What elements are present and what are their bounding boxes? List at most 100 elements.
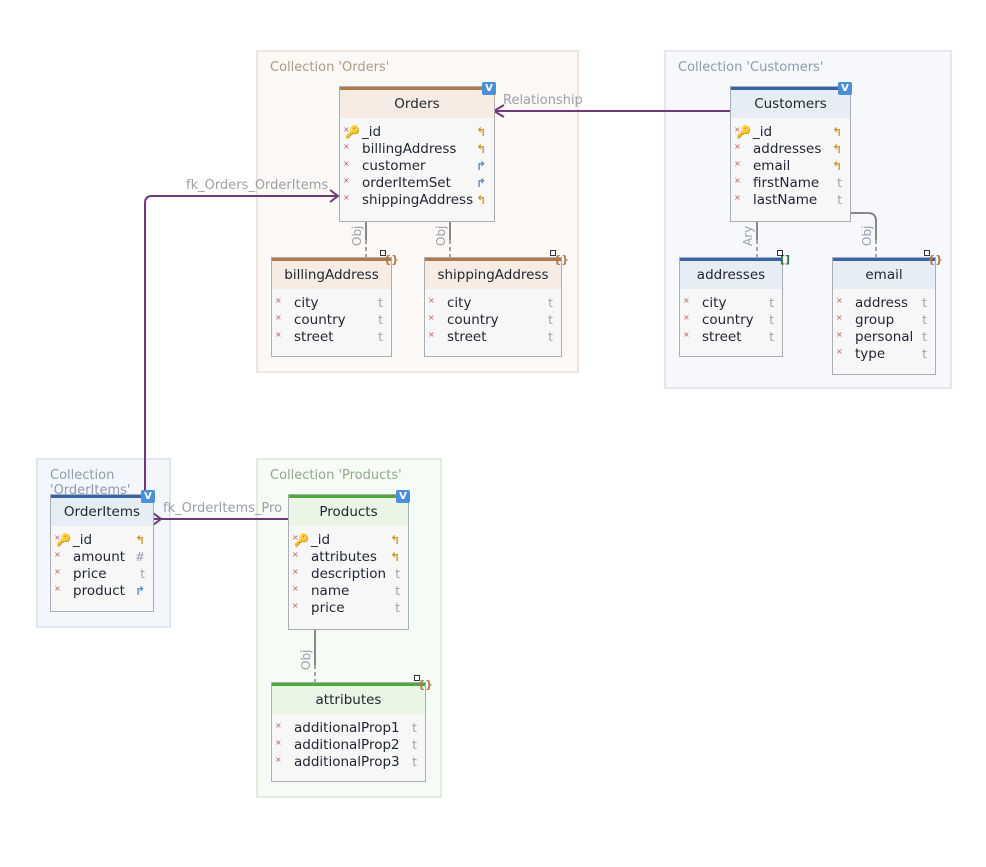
required-marker-icon: × (343, 193, 350, 202)
field-name: attributes (311, 549, 377, 565)
entity-email[interactable]: email {} × address t × group t × personal t × type t (832, 250, 943, 375)
field-row[interactable]: × city t (425, 295, 561, 312)
field-row[interactable]: × type t (833, 346, 935, 363)
field-name: orderItemSet (362, 175, 451, 191)
field-row[interactable]: × country t (680, 312, 782, 329)
field-name: city (294, 295, 319, 311)
field-name: street (702, 329, 742, 345)
field-row[interactable]: × product ↱ (51, 583, 153, 600)
required-marker-icon: × (275, 313, 282, 322)
field-type: t (922, 330, 927, 344)
required-marker-icon: × (836, 313, 843, 322)
field-type: t (412, 755, 417, 769)
field-row[interactable]: × customer ↱ (340, 158, 494, 175)
entity-header[interactable]: shippingAddress (425, 258, 561, 289)
field-row[interactable]: × 🔑 _id ↰ (289, 532, 408, 549)
field-name: address (855, 295, 909, 311)
view-badge-icon[interactable]: V (482, 82, 496, 95)
entity-attributes[interactable]: attributes {} × additionalProp1 t × additional… (271, 675, 433, 782)
required-marker-icon: × (836, 296, 843, 305)
field-name: product (73, 583, 125, 599)
resize-handle-icon[interactable] (380, 250, 387, 256)
field-row[interactable]: × group t (833, 312, 935, 329)
entity-header[interactable]: Products (289, 495, 408, 526)
field-row[interactable]: × street t (425, 329, 561, 346)
field-row[interactable]: × attributes ↰ (289, 549, 408, 566)
reference-icon: ↱ (475, 159, 486, 173)
field-name: group (855, 312, 895, 328)
field-row[interactable]: × country t (425, 312, 561, 329)
field-row[interactable]: × street t (272, 329, 391, 346)
field-name: additionalProp1 (294, 720, 400, 736)
field-type: t (395, 584, 400, 598)
field-name: customer (362, 158, 426, 174)
field-row[interactable]: × additionalProp1 t (272, 720, 425, 737)
view-badge-icon[interactable]: V (838, 82, 852, 95)
fk-orderitems-products-label[interactable]: fk_OrderItems_Pro (163, 501, 282, 516)
field-row[interactable]: × orderItemSet ↱ (340, 175, 494, 192)
fk-orders-orderitems-label[interactable]: fk_Orders_OrderItems (186, 178, 328, 193)
referenced-icon: ↰ (389, 533, 400, 547)
entity-addresses[interactable]: addresses [] × city t × country t × street t (679, 250, 790, 357)
required-marker-icon: × (343, 176, 350, 185)
field-name: type (855, 346, 886, 362)
field-row[interactable]: × name t (289, 583, 408, 600)
entity-name: OrderItems (63, 504, 141, 520)
resize-handle-icon[interactable] (924, 250, 931, 256)
entity-orders[interactable]: Orders V × 🔑 _id ↰ × billingAddress ↰ × customer ↱ ×… (339, 82, 496, 222)
field-row[interactable]: × email ↰ (731, 158, 850, 175)
field-name: price (73, 566, 107, 582)
field-row[interactable]: × 🔑 _id ↰ (731, 124, 850, 141)
required-marker-icon: × (54, 550, 61, 559)
field-type: t (548, 330, 553, 344)
field-type: t (769, 296, 774, 310)
entity-header[interactable]: Customers (731, 87, 850, 118)
entity-header[interactable]: OrderItems (51, 495, 153, 526)
field-row[interactable]: × lastName t (731, 192, 850, 209)
field-row[interactable]: × 🔑 _id ↰ (340, 124, 494, 141)
field-type: t (548, 313, 553, 327)
field-row[interactable]: × 🔑 _id ↰ (51, 532, 153, 549)
field-row[interactable]: × personal t (833, 329, 935, 346)
entity-products[interactable]: Products V × 🔑 _id ↰ × attributes ↰ × description t… (288, 490, 410, 630)
field-row[interactable]: × addresses ↰ (731, 141, 850, 158)
required-marker-icon: × (275, 721, 282, 730)
resize-handle-icon[interactable] (414, 675, 421, 681)
entity-header[interactable]: billingAddress (272, 258, 391, 289)
field-list: × city t × country t × street t (272, 289, 391, 346)
field-name: description (311, 566, 387, 582)
entity-header[interactable]: Orders (340, 87, 494, 118)
resize-handle-icon[interactable] (550, 250, 557, 256)
field-row[interactable]: × city t (680, 295, 782, 312)
entity-shipping-address[interactable]: shippingAddress{} × city t × country t × street t (424, 250, 569, 357)
field-row[interactable]: × price t (51, 566, 153, 583)
field-row[interactable]: × description t (289, 566, 408, 583)
required-marker-icon: × (683, 296, 690, 305)
field-row[interactable]: × shippingAddress ↰ (340, 192, 494, 209)
view-badge-icon[interactable]: V (396, 490, 410, 503)
field-row[interactable]: × price t (289, 600, 408, 617)
field-row[interactable]: × additionalProp2 t (272, 737, 425, 754)
entity-billing-address[interactable]: billingAddress{} × city t × country t × street t (271, 250, 399, 357)
relationship-label[interactable]: Relationship (503, 93, 583, 108)
field-row[interactable]: × additionalProp3 t (272, 754, 425, 771)
resize-handle-icon[interactable] (776, 250, 783, 256)
field-row[interactable]: × address t (833, 295, 935, 312)
entity-header[interactable]: email (833, 258, 935, 289)
entity-orderitems[interactable]: OrderItems V × 🔑 _id ↰ × amount # × price t × product… (50, 490, 155, 612)
entity-header[interactable]: addresses (680, 258, 782, 289)
field-row[interactable]: × firstName t (731, 175, 850, 192)
field-name: city (447, 295, 472, 311)
field-row[interactable]: × amount # (51, 549, 153, 566)
field-type: t (140, 567, 145, 581)
field-row[interactable]: × country t (272, 312, 391, 329)
field-name: street (294, 329, 334, 345)
field-row[interactable]: × city t (272, 295, 391, 312)
field-name: country (702, 312, 754, 328)
entity-header[interactable]: attributes (272, 683, 425, 714)
field-row[interactable]: × billingAddress ↰ (340, 141, 494, 158)
view-badge-icon[interactable]: V (141, 490, 155, 503)
field-row[interactable]: × street t (680, 329, 782, 346)
entity-customers[interactable]: Customers V × 🔑 _id ↰ × addresses ↰ × email ↰ × first… (730, 82, 852, 222)
referenced-icon: ↰ (475, 193, 486, 207)
